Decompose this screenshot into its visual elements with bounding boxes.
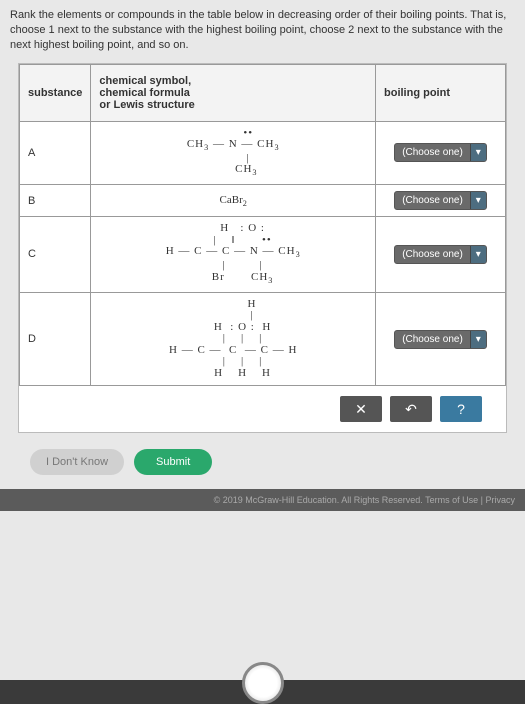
header-formula: chemical symbol, chemical formula or Lew… (91, 64, 376, 121)
clear-button[interactable]: ✕ (340, 396, 382, 422)
row-c-label: C (20, 217, 91, 292)
row-b-choose-dropdown[interactable]: (Choose one) ▾ (394, 191, 487, 210)
table-row: B CaBr2 (Choose one) ▾ (20, 185, 506, 217)
control-bar: ✕ ↶ ? (19, 386, 506, 432)
home-button[interactable] (242, 662, 284, 704)
row-a-formula: •• CH3 — N — CH3 | CH3 (91, 121, 376, 185)
substance-table: substance chemical symbol, chemical form… (19, 64, 506, 387)
row-d-label: D (20, 292, 91, 386)
help-button[interactable]: ? (440, 396, 482, 422)
chevron-down-icon: ▾ (470, 192, 486, 209)
row-b-formula: CaBr2 (91, 185, 376, 217)
table-row: D H | H : O : H | | | H — C — C — C — H … (20, 292, 506, 386)
row-c-formula: H : O : | ‖ •• H — C — C — N — CH3 | | B… (91, 217, 376, 292)
row-d-formula: H | H : O : H | | | H — C — C — C — H | … (91, 292, 376, 386)
action-row: I Don't Know Submit (0, 439, 525, 489)
row-d-choose-dropdown[interactable]: (Choose one) ▾ (394, 330, 487, 349)
submit-button[interactable]: Submit (134, 449, 212, 475)
chevron-down-icon: ▾ (470, 331, 486, 348)
table-row: A •• CH3 — N — CH3 | CH3 (Choose one) ▾ (20, 121, 506, 185)
row-c-choose-dropdown[interactable]: (Choose one) ▾ (394, 245, 487, 264)
row-a-label: A (20, 121, 91, 185)
header-substance: substance (20, 64, 91, 121)
row-a-choose-dropdown[interactable]: (Choose one) ▾ (394, 143, 487, 162)
question-panel: substance chemical symbol, chemical form… (18, 63, 507, 434)
chevron-down-icon: ▾ (470, 246, 486, 263)
row-b-label: B (20, 185, 91, 217)
instructions-text: Rank the elements or compounds in the ta… (0, 0, 525, 57)
dont-know-button[interactable]: I Don't Know (30, 449, 124, 475)
chevron-down-icon: ▾ (470, 144, 486, 161)
table-row: C H : O : | ‖ •• H — C — C — N — CH3 | |… (20, 217, 506, 292)
undo-button[interactable]: ↶ (390, 396, 432, 422)
header-boiling: boiling point (376, 64, 506, 121)
footer-text: © 2019 McGraw-Hill Education. All Rights… (0, 489, 525, 511)
